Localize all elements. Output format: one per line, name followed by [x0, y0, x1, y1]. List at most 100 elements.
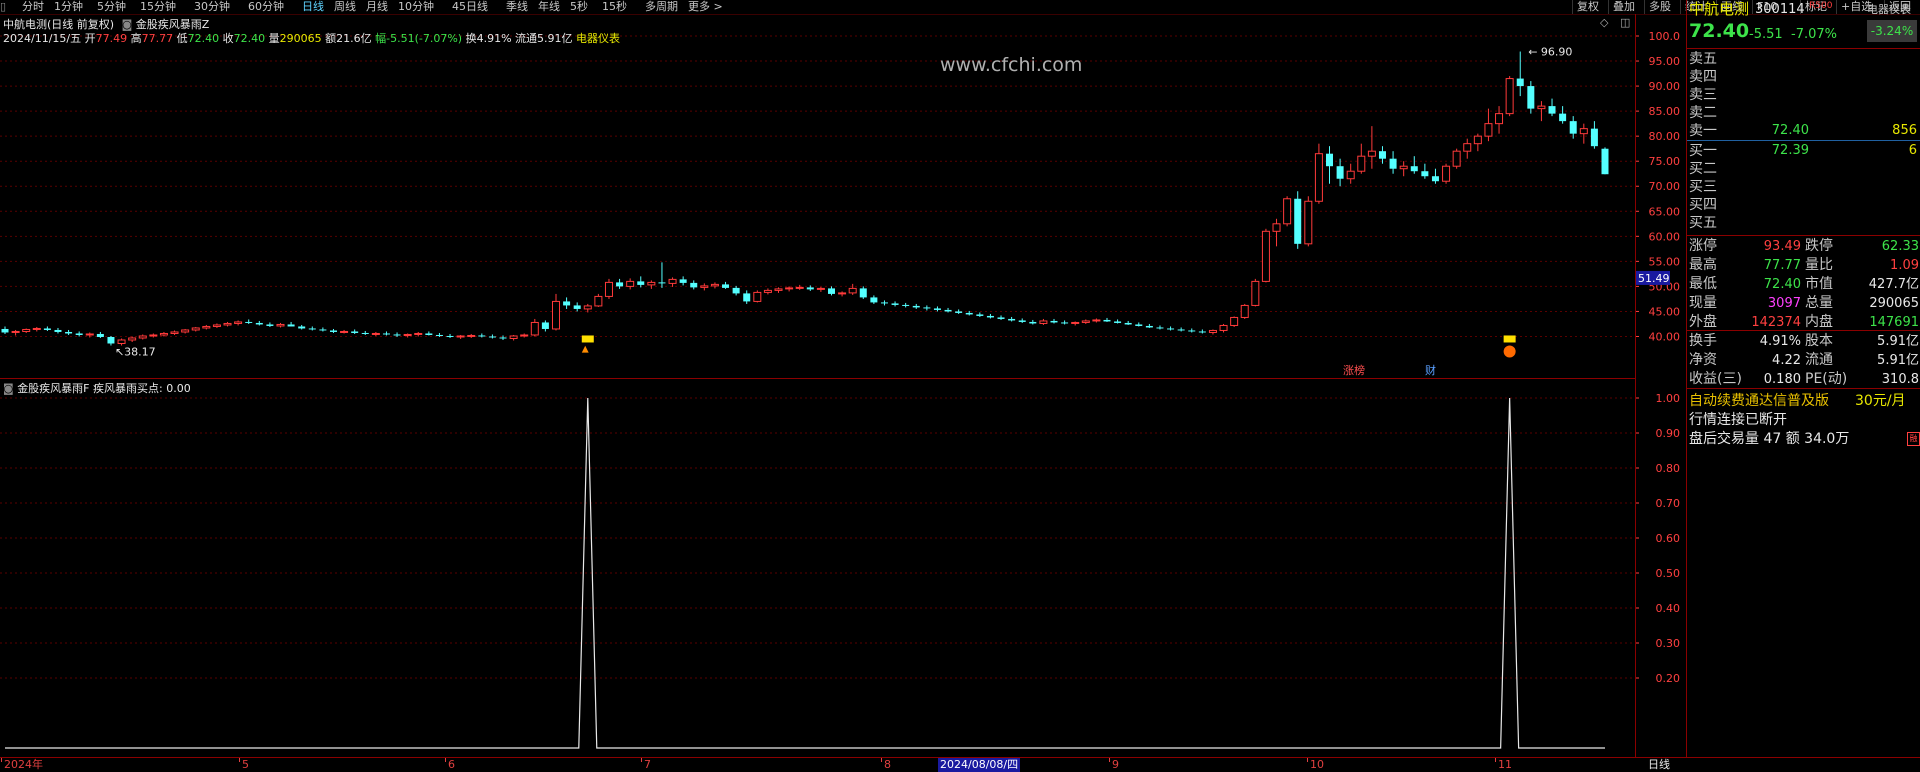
- diamond-icon[interactable]: ◇: [1600, 16, 1608, 29]
- indicator-title[interactable]: 金股疾风暴雨F: [17, 382, 89, 395]
- stat-label: 量比: [1805, 257, 1833, 273]
- toolbar-btn-1[interactable]: 叠加: [1608, 0, 1645, 14]
- date-label: 2024/11/15/五: [3, 32, 82, 45]
- period-tab-9[interactable]: 10分钟: [398, 0, 434, 14]
- candle: [1156, 325, 1164, 330]
- candle: [1008, 316, 1016, 322]
- date-tick-mark: [445, 758, 446, 762]
- period-toolbar: ▯ 分时 1分钟 5分钟 15分钟 30分钟 60分钟 日线 周线 月线 10分钟 45日线 季线 年线 5…: [0, 0, 1920, 15]
- float-value: 流通5.91亿: [515, 32, 573, 45]
- period-tab-10[interactable]: 45日线: [452, 0, 488, 14]
- period-tab-7[interactable]: 周线: [334, 0, 356, 14]
- promo-text[interactable]: 自动续费通达信普及版: [1689, 392, 1829, 411]
- period-tab-5[interactable]: 60分钟: [248, 0, 284, 14]
- period-tab-0[interactable]: 分时: [22, 0, 44, 14]
- candle: [1208, 329, 1217, 335]
- candle: [743, 290, 751, 304]
- candle: [976, 312, 984, 317]
- fundamental-row: 净资 4.22 流通 5.91亿: [1687, 351, 1920, 370]
- period-tab-12[interactable]: 年线: [538, 0, 560, 14]
- period-tab-1[interactable]: 1分钟: [54, 0, 83, 14]
- period-tab-16[interactable]: 更多 >: [688, 0, 723, 14]
- candle: [541, 320, 549, 332]
- promo-price[interactable]: 30元/月: [1855, 392, 1906, 411]
- candle: [245, 319, 253, 324]
- candle: [478, 333, 486, 338]
- candle: [774, 287, 783, 293]
- vol-label: 量: [268, 32, 280, 45]
- candle: [1527, 81, 1535, 114]
- candle: [1452, 148, 1461, 169]
- fundamental-label: 流通: [1805, 352, 1833, 368]
- candle: [933, 306, 941, 312]
- last-price: 72.40: [1689, 20, 1750, 42]
- candle: [753, 290, 762, 303]
- candle: [1548, 98, 1556, 117]
- candle: [1124, 320, 1132, 325]
- price-tick-label: 55.00: [1649, 255, 1681, 268]
- stat-label: 最低: [1689, 276, 1717, 292]
- price-tick-label: 45.00: [1649, 305, 1681, 318]
- indicator-chart[interactable]: [0, 379, 1635, 757]
- kline-pane[interactable]: ← 96.90 ↖38.17 ▲ 涨榜财 中航电测(日线 前复权) ◙ 金股疾风暴雨Z…: [0, 14, 1636, 379]
- candle: [1357, 143, 1366, 174]
- candle: [138, 334, 147, 340]
- menu-icon[interactable]: ▯: [0, 0, 12, 14]
- price-tick-label: 65.00: [1649, 205, 1681, 218]
- kline-chart[interactable]: ← 96.90 ↖38.17 ▲ 涨榜 财: [0, 14, 1635, 378]
- period-tab-6[interactable]: 日线: [302, 0, 324, 14]
- candle: [65, 329, 73, 335]
- candle: [838, 291, 847, 297]
- candle: [658, 262, 666, 288]
- indicator-tick-label: 0.50: [1656, 567, 1681, 580]
- margin-icon[interactable]: 融: [1907, 432, 1920, 446]
- promo-row[interactable]: 自动续费通达信普及版 30元/月: [1687, 392, 1920, 411]
- period-label[interactable]: 日线: [1648, 758, 1670, 772]
- candle: [488, 334, 496, 339]
- candle: [266, 322, 274, 327]
- index-tag: R500: [1809, 1, 1833, 11]
- candle: [1135, 322, 1143, 327]
- candle: [1304, 196, 1313, 247]
- fundamental-value: 310.8: [1881, 372, 1919, 387]
- indicator-circle-icon[interactable]: ◙: [3, 382, 14, 395]
- bid-level-5: 买五: [1687, 214, 1920, 232]
- candle: [107, 335, 115, 346]
- date-tick-mark: [239, 758, 240, 762]
- sector-pct-badge[interactable]: -3.24%: [1867, 20, 1917, 42]
- toolbar-btn-2[interactable]: 多股: [1644, 0, 1681, 14]
- toolbar-btn-0[interactable]: 复权: [1572, 0, 1609, 14]
- high-label: 高: [130, 32, 142, 45]
- candle: [351, 329, 359, 334]
- candle: [414, 331, 423, 337]
- period-tab-3[interactable]: 15分钟: [140, 0, 176, 14]
- candle: [551, 293, 560, 331]
- window-toggle-icon[interactable]: ◫: [1620, 16, 1630, 29]
- sector-name: 电器仪表: [1867, 3, 1911, 16]
- period-tab-8[interactable]: 月线: [366, 0, 388, 14]
- candle: [1029, 319, 1037, 325]
- indicator-tick-label: 0.90: [1656, 427, 1681, 440]
- buy-signal-marker: ▲: [581, 335, 594, 354]
- candle: [43, 326, 51, 331]
- period-tab-14[interactable]: 15秒: [602, 0, 627, 14]
- indicator-tick-label: 0.70: [1656, 497, 1681, 510]
- candle: [785, 286, 794, 292]
- period-tab-4[interactable]: 30分钟: [194, 0, 230, 14]
- finance-tag[interactable]: 财: [1425, 363, 1436, 377]
- candle: [1495, 106, 1504, 134]
- period-tab-15[interactable]: 多周期: [645, 0, 678, 14]
- candle: [986, 313, 994, 319]
- indicator-tick-label: 0.20: [1656, 672, 1681, 685]
- limit-up-tag[interactable]: 涨榜: [1343, 363, 1365, 377]
- candle: [75, 331, 83, 337]
- period-tab-11[interactable]: 季线: [506, 0, 528, 14]
- period-tab-2[interactable]: 5分钟: [97, 0, 126, 14]
- candle: [573, 302, 581, 312]
- date-tick-6: 10: [1310, 758, 1324, 771]
- candle: [679, 276, 687, 286]
- candle: [1431, 168, 1439, 184]
- period-tab-13[interactable]: 5秒: [570, 0, 588, 14]
- candle: [1230, 316, 1239, 327]
- indicator-pane[interactable]: ◙ 金股疾风暴雨F 疾风暴雨买点: 0.00: [0, 379, 1636, 757]
